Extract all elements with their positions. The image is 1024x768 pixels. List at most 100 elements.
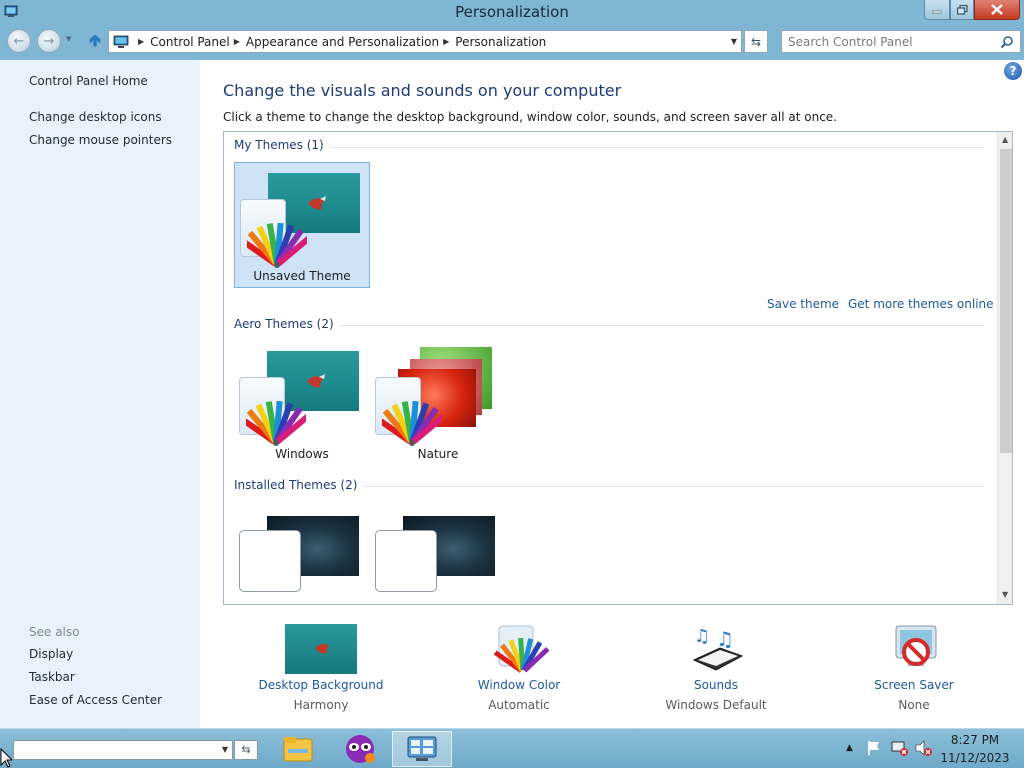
taskbar-go-button[interactable]: ⇆ <box>234 740 258 760</box>
svg-text:♫: ♫ <box>694 626 710 647</box>
taskbar-link[interactable]: Taskbar <box>29 670 75 684</box>
window-color-label[interactable]: Window Color <box>439 678 599 692</box>
page-description: Click a theme to change the desktop back… <box>223 110 837 124</box>
desktop-background-value: Harmony <box>293 698 349 712</box>
theme-installed-1[interactable] <box>234 506 370 604</box>
taskbar-file-explorer[interactable] <box>268 731 328 767</box>
address-dropdown-icon[interactable]: ▼ <box>731 37 737 46</box>
window-color-thumbnail <box>239 530 301 592</box>
taskbar-masked-app[interactable] <box>330 731 390 767</box>
scroll-thumb[interactable] <box>1000 149 1012 453</box>
breadcrumb-appearance[interactable]: Appearance and Personalization <box>246 35 439 49</box>
up-button[interactable]: 🢁 <box>86 31 104 51</box>
page-heading: Change the visuals and sounds on your co… <box>223 81 622 100</box>
screen-saver-label[interactable]: Screen Saver <box>834 678 994 692</box>
get-more-themes-online-link[interactable]: Get more themes online <box>848 297 994 311</box>
search-input[interactable] <box>788 33 988 50</box>
sounds-label[interactable]: Sounds <box>636 678 796 692</box>
navigation-bar: ← → ▼ 🢁 ▶ Control Panel ▶ Appearance and… <box>0 25 1024 60</box>
theme-installed-2[interactable] <box>370 506 506 604</box>
network-error-icon[interactable] <box>891 740 909 756</box>
themes-scrollbar[interactable]: ▲ ▼ <box>997 132 1012 604</box>
sounds-icon[interactable]: ♫ ♫ <box>680 624 752 674</box>
control-panel-icon <box>407 736 437 761</box>
refresh-icon: ⇆ <box>750 34 762 49</box>
clock-time[interactable]: 8:27 PM <box>940 733 1010 747</box>
desktop-background-label[interactable]: Desktop Background <box>241 678 401 692</box>
forward-button[interactable]: → <box>37 29 61 53</box>
maximize-button[interactable] <box>950 0 974 20</box>
screen-saver-icon[interactable] <box>878 624 950 674</box>
up-arrow-icon: 🢁 <box>88 31 102 51</box>
section-divider <box>234 147 984 148</box>
window-color-thumbnail <box>375 530 437 592</box>
search-box[interactable] <box>781 30 1021 53</box>
show-hidden-icons-icon[interactable]: ▲ <box>846 743 853 753</box>
breadcrumb-arrow-icon[interactable]: ▶ <box>234 37 240 46</box>
help-icon[interactable]: ? <box>1004 62 1022 80</box>
masked-app-icon <box>346 735 375 763</box>
color-fan-icon <box>246 400 306 446</box>
change-mouse-pointers-link[interactable]: Change mouse pointers <box>29 133 172 147</box>
breadcrumb-arrow-icon[interactable]: ▶ <box>443 37 449 46</box>
forward-arrow-icon: → <box>43 33 55 49</box>
restore-icon <box>956 4 968 15</box>
title-bar: Personalization <box>0 0 1024 25</box>
search-icon[interactable] <box>1000 35 1014 49</box>
change-desktop-icons-link[interactable]: Change desktop icons <box>29 110 162 124</box>
volume-muted-icon[interactable] <box>915 740 933 756</box>
breadcrumb-arrow-icon[interactable]: ▶ <box>138 37 144 46</box>
mouse-cursor-icon <box>0 748 12 768</box>
chevron-down-icon[interactable]: ▼ <box>222 745 228 754</box>
close-button[interactable] <box>974 0 1020 20</box>
refresh-button[interactable]: ⇆ <box>744 30 768 53</box>
clock-date[interactable]: 11/12/2023 <box>940 751 1010 765</box>
sounds-item[interactable]: ♫ ♫ Sounds Windows Default <box>636 620 796 720</box>
theme-windows[interactable]: Windows <box>234 341 370 467</box>
desktop-background-item[interactable]: Desktop Background Harmony <box>241 620 401 720</box>
window-color-icon[interactable] <box>483 624 555 674</box>
desktop-background-icon[interactable] <box>285 624 357 674</box>
display-link[interactable]: Display <box>29 647 73 661</box>
breadcrumb-personalization[interactable]: Personalization <box>455 35 546 49</box>
address-bar[interactable]: ▶ Control Panel ▶ Appearance and Persona… <box>108 30 742 53</box>
control-panel-icon <box>113 35 129 48</box>
taskbar: ▼ ⇆ ▲ <box>0 728 1024 768</box>
theme-unsaved[interactable]: Unsaved Theme <box>234 162 370 288</box>
breadcrumb-control-panel[interactable]: Control Panel <box>150 35 230 49</box>
section-divider <box>234 325 984 326</box>
themes-list[interactable]: My Themes (1) Unsaved Theme Save theme G… <box>223 131 1013 605</box>
go-icon: ⇆ <box>241 743 251 756</box>
minimize-icon <box>932 10 942 13</box>
taskbar-address-input[interactable]: ▼ <box>13 740 233 760</box>
back-button[interactable]: ← <box>7 29 31 53</box>
svg-text:♫: ♫ <box>716 627 734 651</box>
theme-name: Unsaved Theme <box>253 269 351 283</box>
scroll-down-icon[interactable]: ▼ <box>1002 590 1008 599</box>
window-title: Personalization <box>455 3 569 21</box>
action-center-flag-icon[interactable] <box>866 740 882 756</box>
my-themes-header[interactable]: My Themes (1) <box>234 138 330 152</box>
aero-themes-header[interactable]: Aero Themes (2) <box>234 317 340 331</box>
installed-themes-header[interactable]: Installed Themes (2) <box>234 478 364 492</box>
control-panel-home-link[interactable]: Control Panel Home <box>29 74 148 88</box>
left-task-pane: Control Panel Home Change desktop icons … <box>0 60 200 728</box>
color-fan-icon <box>382 400 442 446</box>
recent-pages-dropdown[interactable]: ▼ <box>66 35 71 43</box>
theme-name: Nature <box>417 447 459 461</box>
ease-of-access-center-link[interactable]: Ease of Access Center <box>29 693 162 707</box>
save-theme-link[interactable]: Save theme <box>767 297 839 311</box>
minimize-button[interactable] <box>924 0 950 20</box>
screen-saver-item[interactable]: Screen Saver None <box>834 620 994 720</box>
theme-name: Windows <box>275 447 329 461</box>
scroll-up-icon[interactable]: ▲ <box>1002 135 1008 144</box>
window-color-value: Automatic <box>488 698 550 712</box>
sounds-value: Windows Default <box>665 698 767 712</box>
window-color-item[interactable]: Window Color Automatic <box>439 620 599 720</box>
back-arrow-icon: ← <box>13 33 25 49</box>
close-icon <box>991 4 1003 15</box>
taskbar-control-panel[interactable] <box>392 731 452 767</box>
file-explorer-icon <box>283 737 313 762</box>
theme-nature[interactable]: Nature <box>370 341 506 467</box>
betta-fish-image <box>315 643 329 654</box>
